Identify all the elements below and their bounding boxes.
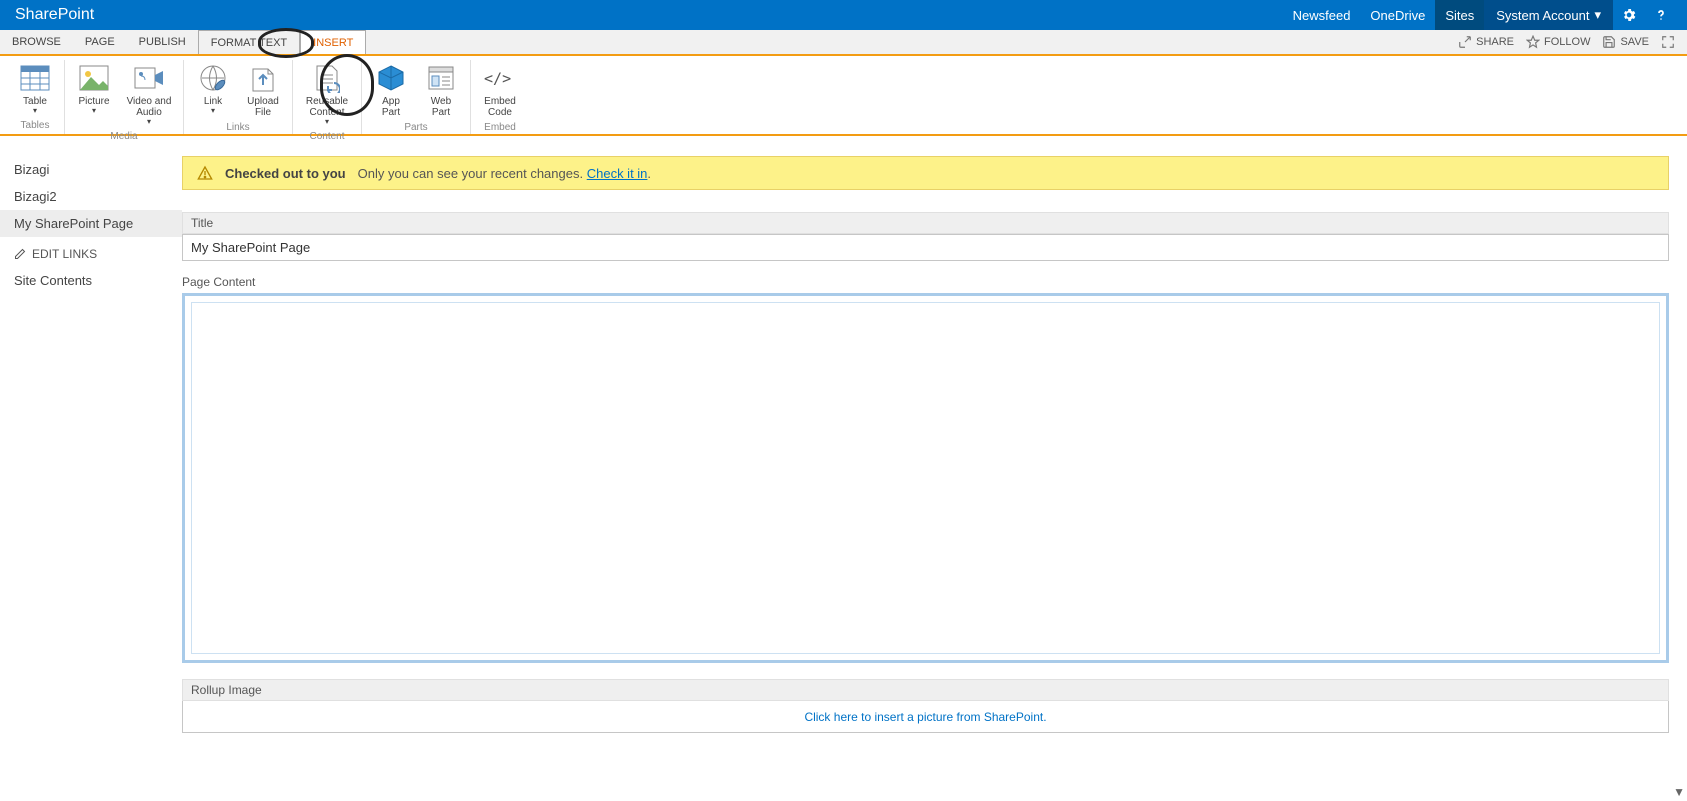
sidebar-item-bizagi[interactable]: Bizagi	[0, 156, 182, 183]
document-icon	[311, 62, 343, 94]
notification-text: Only you can see your recent changes.	[358, 166, 583, 181]
check-it-in-link[interactable]: Check it in	[587, 166, 648, 181]
ribbon-group-media: Picture ▾ Video and Audio ▾ Media	[65, 60, 184, 134]
title-field-label: Title	[182, 212, 1669, 234]
app-part-icon	[375, 62, 407, 94]
chevron-down-icon: ▾	[325, 118, 329, 127]
chevron-down-icon: ▾	[147, 118, 151, 127]
fullscreen-button[interactable]	[1655, 35, 1681, 49]
upload-file-button[interactable]: Upload File	[240, 60, 286, 120]
warning-icon	[197, 165, 213, 181]
ribbon-tab-row: BROWSE PAGE PUBLISH FORMAT TEXT INSERT S…	[0, 30, 1687, 56]
app-part-button[interactable]: App Part	[368, 60, 414, 120]
scroll-down-icon[interactable]: ▼	[1673, 785, 1685, 799]
reusable-content-button[interactable]: Reusable Content ▾	[299, 60, 355, 129]
topnav-onedrive[interactable]: OneDrive	[1360, 0, 1435, 30]
table-button[interactable]: Table ▾	[12, 60, 58, 118]
sidebar-item-bizagi2[interactable]: Bizagi2	[0, 183, 182, 210]
title-input[interactable]	[182, 234, 1669, 261]
picture-button[interactable]: Picture ▾	[71, 60, 117, 118]
sidebar-site-contents[interactable]: Site Contents	[0, 267, 182, 294]
save-button[interactable]: SAVE	[1596, 35, 1655, 49]
ribbon-group-parts: App Part Web Part Parts	[362, 60, 471, 134]
rollup-image-label: Rollup Image	[182, 679, 1669, 701]
embed-code-button[interactable]: </> Embed Code	[477, 60, 523, 120]
upload-icon	[247, 62, 279, 94]
tab-publish[interactable]: PUBLISH	[127, 30, 198, 54]
main-area: Bizagi Bizagi2 My SharePoint Page EDIT L…	[0, 136, 1687, 733]
tab-format-text[interactable]: FORMAT TEXT	[198, 30, 300, 54]
chevron-down-icon: ▾	[92, 107, 96, 116]
topnav-newsfeed[interactable]: Newsfeed	[1283, 0, 1361, 30]
global-navigation-bar: SharePoint Newsfeed OneDrive Sites Syste…	[0, 0, 1687, 30]
link-button[interactable]: Link ▾	[190, 60, 236, 118]
chevron-down-icon: ▾	[1594, 7, 1601, 23]
share-button[interactable]: SHARE	[1452, 35, 1520, 49]
chevron-down-icon: ▾	[33, 107, 37, 116]
insert-picture-link[interactable]: Click here to insert a picture from Shar…	[804, 710, 1046, 724]
code-icon: </>	[484, 62, 516, 94]
web-part-button[interactable]: Web Part	[418, 60, 464, 120]
web-part-icon	[425, 62, 457, 94]
tab-insert[interactable]: INSERT	[300, 30, 366, 54]
ribbon-group-content: Reusable Content ▾ Content	[293, 60, 362, 134]
ribbon-insert: Table ▾ Tables Picture ▾ Video and Audio…	[0, 56, 1687, 136]
help-icon[interactable]	[1645, 7, 1677, 23]
user-name-label: System Account	[1496, 8, 1589, 23]
star-icon	[1526, 35, 1540, 49]
page-content-label: Page Content	[182, 275, 1669, 289]
follow-button[interactable]: FOLLOW	[1520, 35, 1596, 49]
save-icon	[1602, 35, 1616, 49]
table-icon	[19, 62, 51, 94]
picture-icon	[78, 62, 110, 94]
sidebar-item-my-sharepoint-page[interactable]: My SharePoint Page	[0, 210, 182, 237]
notification-title: Checked out to you	[225, 166, 346, 181]
gear-icon[interactable]	[1613, 7, 1645, 23]
ribbon-group-tables: Table ▾ Tables	[6, 60, 65, 134]
chevron-down-icon: ▾	[211, 107, 215, 116]
edit-links-button[interactable]: EDIT LINKS	[0, 237, 182, 267]
status-notification: Checked out to you Only you can see your…	[182, 156, 1669, 190]
quick-launch-nav: Bizagi Bizagi2 My SharePoint Page EDIT L…	[0, 136, 182, 733]
pencil-icon	[14, 248, 26, 260]
topnav-sites[interactable]: Sites	[1435, 0, 1484, 30]
tab-page[interactable]: PAGE	[73, 30, 127, 54]
video-icon	[133, 62, 165, 94]
video-audio-button[interactable]: Video and Audio ▾	[121, 60, 177, 129]
ribbon-group-links: Link ▾ Upload File Links	[184, 60, 293, 134]
brand-label[interactable]: SharePoint	[10, 6, 94, 24]
share-icon	[1458, 35, 1472, 49]
svg-text:</>: </>	[484, 70, 511, 88]
page-content-editor[interactable]	[182, 293, 1669, 663]
ribbon-group-embed: </> Embed Code Embed	[471, 60, 529, 134]
link-icon	[197, 62, 229, 94]
tab-browse[interactable]: BROWSE	[0, 30, 73, 54]
user-menu[interactable]: System Account ▾	[1484, 0, 1613, 30]
